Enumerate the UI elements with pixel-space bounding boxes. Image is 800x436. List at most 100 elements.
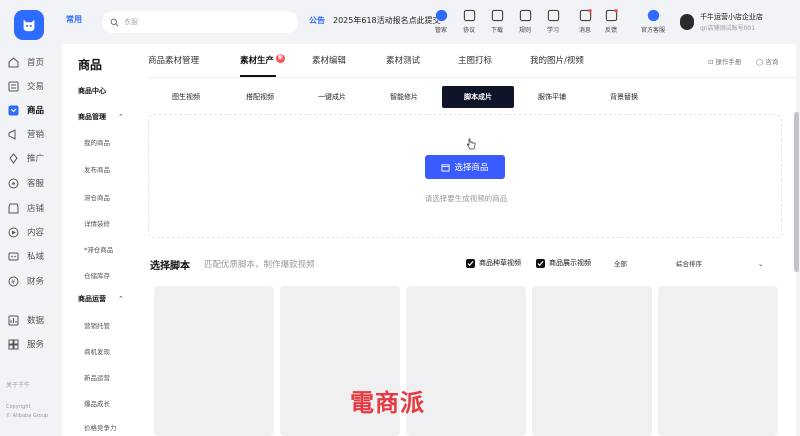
script-card[interactable] — [154, 286, 274, 436]
svg-text:¥: ¥ — [11, 279, 15, 286]
subnav-item[interactable]: 发布商品 — [84, 164, 110, 174]
filter-value: 全部 — [614, 260, 627, 268]
tab-item[interactable]: 素材测试 — [386, 54, 420, 66]
toolbar-item[interactable]: 管家 — [426, 8, 456, 38]
trade-icon — [8, 81, 19, 92]
rail-item[interactable]: 内容 — [4, 222, 54, 242]
promotion-icon — [8, 152, 19, 164]
hand-cursor-icon — [466, 138, 476, 150]
rail-item-label: 客服 — [27, 179, 45, 189]
subnav-title: 商品 — [78, 58, 103, 72]
subnav-item[interactable]: 爆品成长 — [84, 398, 110, 408]
download-icon — [490, 8, 504, 22]
toolbar-item[interactable]: 规则 — [510, 8, 540, 38]
rail-item-label: 营销 — [27, 130, 45, 140]
toolbar-item[interactable]: 反馈 — [596, 8, 626, 38]
tab-item[interactable]: 商品素材管理 — [148, 54, 199, 66]
consult-link[interactable]: ◯ 咨询 — [756, 56, 778, 66]
sub-tab-item[interactable]: 一键成片 — [296, 86, 368, 108]
toolbar-item[interactable]: 官方客服 — [638, 8, 668, 38]
checkbox-seeding-video[interactable]: 商品种草视频 — [466, 258, 521, 268]
sub-tab-item[interactable]: 背景替换 — [588, 86, 660, 108]
marketing-icon — [8, 128, 19, 140]
main-panel: 商品素材管理 素材生产新 素材编辑 素材测试 主图打标 我的图片/视频 ⊡ 操作手册 ◯ … — [148, 44, 796, 436]
rail-item[interactable]: 推广 — [4, 148, 54, 168]
toolbar-item-label: 下载 — [490, 27, 503, 34]
tab-item[interactable]: 主图打标 — [458, 54, 492, 66]
box-icon — [441, 163, 451, 172]
manual-link[interactable]: ⊡ 操作手册 — [708, 56, 742, 66]
toolbar-item[interactable]: 协议 — [454, 8, 484, 38]
rail-item[interactable]: 交易 — [4, 76, 54, 96]
subnav-goods-ops-label: 商品运营 — [78, 295, 106, 303]
toolbar-item-label: 规则 — [518, 27, 531, 34]
feedback-icon — [604, 8, 618, 22]
search-input[interactable]: 衣服 — [102, 11, 298, 33]
subnav-item[interactable]: 营销托管 — [84, 320, 110, 330]
subnav-goods-ops[interactable]: 商品运营 ⌃ — [78, 294, 124, 304]
rail-item[interactable]: 首页 — [4, 52, 54, 72]
checkbox-checked-icon — [466, 258, 475, 268]
toolbar-item-label: 协议 — [462, 27, 475, 34]
rail-item-label: 首页 — [27, 58, 45, 68]
user-account: qn店铺测试账号001 — [700, 25, 756, 32]
rail-item-label: 推广 — [27, 154, 45, 164]
scrollbar[interactable] — [794, 112, 799, 272]
subnav-item[interactable]: 详情装修 — [84, 218, 110, 228]
rail-item[interactable]: 店铺 — [4, 198, 54, 218]
qianniu-logo[interactable] — [14, 10, 44, 40]
rail-item[interactable]: 商品 — [4, 100, 54, 120]
sub-tab-item[interactable]: 服饰平铺 — [516, 86, 588, 108]
goods-icon — [8, 105, 19, 116]
script-card[interactable] — [658, 286, 778, 436]
section-title: 选择脚本 — [150, 261, 190, 272]
rail-item[interactable]: 数据 — [4, 310, 54, 330]
sub-tab-item[interactable]: 脚本成片 — [442, 86, 514, 108]
sub-tab-item[interactable]: 图生视频 — [150, 86, 222, 108]
manual-label: 操作手册 — [715, 58, 742, 66]
rail-item[interactable]: 客服 — [4, 173, 54, 193]
frequent-label[interactable]: 常用 — [66, 14, 82, 25]
sort-select[interactable]: 综合排序 ⌄ — [676, 258, 763, 268]
about-link[interactable]: 关于千牛 — [6, 380, 30, 389]
subnav-goods-manage[interactable]: 商品管理 ⌃ — [78, 112, 124, 122]
rail-item[interactable]: 营销 — [4, 124, 54, 144]
select-product-hint: 请选择要生成视频的商品 — [424, 194, 508, 203]
checkbox-display-video[interactable]: 商品展示视频 — [536, 258, 591, 268]
left-rail: 首页 交易 商品 营销 推广 客服 店铺 内容 私域 ¥ 财务 数据 服务 关于千牛 Copyright… — [0, 0, 56, 436]
home-icon — [8, 56, 19, 68]
subnav-item[interactable]: 新品运营 — [84, 372, 110, 382]
subnav-item[interactable]: *滞仓商品 — [84, 244, 113, 254]
notice-text[interactable]: 2025年618活动报名点此提交 — [333, 15, 441, 26]
select-product-button[interactable]: 选择商品 — [425, 155, 505, 179]
subnav-item[interactable]: 价格竞争力 — [84, 422, 117, 432]
tab-item[interactable]: 我的图片/视频 — [530, 54, 584, 66]
subnav-item[interactable]: 商机发现 — [84, 346, 110, 356]
tab-item[interactable]: 素材生产新 — [240, 54, 286, 66]
subnav-item[interactable]: 我的商品 — [84, 137, 110, 147]
butler-icon — [434, 8, 448, 22]
script-section-header: 选择脚本 匹配优质脚本，制作爆款视频 商品种草视频 商品展示视频 全部 ⌄ 综合排… — [148, 254, 782, 278]
script-card[interactable] — [532, 286, 652, 436]
tab-label: 素材编辑 — [312, 56, 347, 66]
toolbar-item[interactable]: 下载 — [482, 8, 512, 38]
sub-nav: 商品 商品中心 商品管理 ⌃ 我的商品 发布商品 滞仓商品 详情装修 *滞仓商品 仓储库存 … — [62, 44, 148, 436]
sub-tab-item[interactable]: 搭配视频 — [224, 86, 296, 108]
checkbox-checked-icon — [536, 258, 545, 268]
content-icon — [8, 227, 19, 238]
rail-item-label: 商品 — [27, 106, 45, 116]
rail-item[interactable]: ¥ 财务 — [4, 271, 54, 291]
rail-item[interactable]: 私域 — [4, 246, 54, 266]
sub-tab-item[interactable]: 智能修片 — [368, 86, 440, 108]
rail-item[interactable]: 服务 — [4, 334, 54, 354]
subnav-item[interactable]: 仓储库存 — [84, 270, 110, 280]
tab-item[interactable]: 素材编辑 — [312, 54, 346, 66]
tab-label: 素材测试 — [386, 56, 421, 66]
rail-item-label: 内容 — [27, 228, 45, 238]
subnav-item[interactable]: 滞仓商品 — [84, 192, 110, 202]
filter-select[interactable]: 全部 ⌄ — [614, 258, 680, 268]
search-icon — [110, 18, 119, 26]
subnav-goods-center[interactable]: 商品中心 — [78, 86, 106, 96]
toolbar-item[interactable]: 学习 — [538, 8, 568, 38]
search-placeholder: 衣服 — [124, 18, 138, 26]
